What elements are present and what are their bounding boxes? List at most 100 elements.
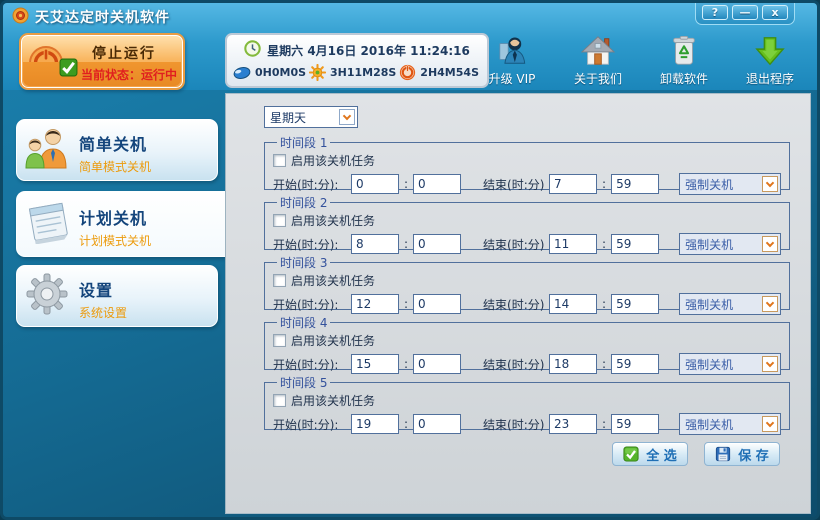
trash-icon [673, 35, 695, 65]
end-minute-input[interactable] [611, 294, 660, 314]
shutdown-action-select[interactable]: 强制关机 [679, 233, 782, 255]
shutdown-action-select[interactable]: 强制关机 [679, 173, 782, 195]
sidebar-item-subtitle: 计划模式关机 [79, 234, 152, 248]
chevron-down-icon[interactable] [762, 236, 779, 252]
end-minute-input[interactable] [611, 174, 660, 194]
enable-task-checkbox[interactable] [273, 394, 286, 407]
floppy-disk-icon [716, 446, 731, 462]
sidebar: 简单关机 简单模式关机 计划关机 计划模式关机 设置 系统设置 [3, 90, 225, 517]
gear-icon [25, 272, 69, 320]
enable-task-checkbox[interactable] [273, 214, 286, 227]
toolbar: 升级 VIP 关于我们 卸载软件 退出程序 [477, 35, 805, 87]
enable-task-checkbox[interactable] [273, 154, 286, 167]
chevron-down-icon[interactable] [762, 176, 779, 192]
enable-task-label: 启用该关机任务 [291, 394, 376, 408]
stop-running-button[interactable]: 停止运行 当前状态：运行中 [19, 33, 185, 90]
house-icon [581, 36, 615, 65]
start-minute-input[interactable] [413, 234, 462, 254]
period-3-group: 时间段 3 启用该关机任务 开始(时:分): : 结束(时:分) : 强制关机 [264, 254, 791, 315]
end-hour-input[interactable] [549, 414, 598, 434]
end-minute-input[interactable] [611, 354, 660, 374]
start-minute-input[interactable] [413, 414, 462, 434]
enable-task-label: 启用该关机任务 [291, 154, 376, 168]
start-minute-input[interactable] [413, 354, 462, 374]
start-minute-input[interactable] [413, 294, 462, 314]
start-minute-input[interactable] [413, 174, 462, 194]
window-controls: ? — x [695, 3, 795, 25]
timer-idle: 0H0M0S [233, 66, 306, 80]
period-4-group: 时间段 4 启用该关机任务 开始(时:分): : 结束(时:分) : 强制关机 [264, 314, 791, 375]
green-checkbox-icon [623, 446, 639, 462]
about-us-button[interactable]: 关于我们 [563, 35, 633, 87]
sidebar-item-planned-shutdown[interactable]: 计划关机 计划模式关机 [16, 191, 225, 257]
period-legend: 时间段 3 [280, 256, 328, 270]
end-hour-input[interactable] [549, 354, 598, 374]
period-5-group: 时间段 5 启用该关机任务 开始(时:分): : 结束(时:分) : 强制关机 [264, 374, 791, 435]
close-button[interactable]: x [762, 5, 788, 20]
sidebar-item-subtitle: 系统设置 [79, 306, 128, 320]
period-legend: 时间段 5 [280, 376, 328, 390]
start-hour-input[interactable] [351, 234, 399, 254]
app-logo-icon [12, 7, 29, 28]
chevron-down-icon[interactable] [339, 109, 355, 125]
chevron-down-icon[interactable] [762, 356, 779, 372]
end-time-label: 结束(时:分) [483, 177, 545, 192]
help-button[interactable]: ? [702, 5, 728, 20]
start-hour-input[interactable] [351, 294, 399, 314]
mouse-icon [233, 66, 251, 79]
vip-person-icon [499, 37, 526, 64]
titlebar: 天艾达定时关机软件 ? — x [3, 3, 817, 27]
start-time-label: 开始(时:分): [273, 297, 339, 312]
minimize-button[interactable]: — [732, 5, 758, 20]
end-minute-input[interactable] [611, 414, 660, 434]
end-hour-input[interactable] [549, 234, 598, 254]
app-title: 天艾达定时关机软件 [35, 10, 170, 26]
end-time-label: 结束(时:分) [483, 297, 545, 312]
period-legend: 时间段 1 [280, 136, 328, 150]
timer-uptime: 3H11M28S [309, 64, 396, 81]
end-time-label: 结束(时:分) [483, 357, 545, 372]
start-time-label: 开始(时:分): [273, 357, 339, 372]
sidebar-item-subtitle: 简单模式关机 [79, 160, 152, 174]
run-status-text: 当前状态：运行中 [81, 68, 178, 82]
start-hour-input[interactable] [351, 174, 399, 194]
start-time-label: 开始(时:分): [273, 177, 339, 192]
app-window: 天艾达定时关机软件 ? — x 停止运行 当前状态：运行中 星期六 4月16日 … [0, 0, 820, 520]
end-hour-input[interactable] [549, 174, 598, 194]
chevron-down-icon[interactable] [762, 416, 779, 432]
exit-program-button[interactable]: 退出程序 [735, 35, 805, 87]
enable-task-checkbox[interactable] [273, 274, 286, 287]
status-strip: 当前状态：运行中 [23, 58, 181, 86]
stop-button-label: 停止运行 [92, 46, 156, 62]
start-time-label: 开始(时:分): [273, 417, 339, 432]
end-minute-input[interactable] [611, 234, 660, 254]
sidebar-item-title: 计划关机 [79, 209, 148, 228]
end-time-label: 结束(时:分) [483, 237, 545, 252]
start-hour-input[interactable] [351, 414, 399, 434]
shutdown-action-select[interactable]: 强制关机 [679, 413, 782, 435]
sidebar-item-simple-shutdown[interactable]: 简单关机 简单模式关机 [16, 119, 218, 181]
start-hour-input[interactable] [351, 354, 399, 374]
check-icon [59, 58, 78, 81]
sidebar-item-title: 简单关机 [79, 135, 148, 154]
weekday-select[interactable]: 星期天 [264, 106, 358, 128]
shutdown-action-select[interactable]: 强制关机 [679, 293, 782, 315]
period-legend: 时间段 4 [280, 316, 328, 330]
enable-task-checkbox[interactable] [273, 334, 286, 347]
chevron-down-icon[interactable] [762, 296, 779, 312]
end-hour-input[interactable] [549, 294, 598, 314]
shutdown-action-select[interactable]: 强制关机 [679, 353, 782, 375]
sidebar-item-settings[interactable]: 设置 系统设置 [16, 265, 218, 327]
power-icon [400, 64, 416, 81]
save-button[interactable]: 保 存 [704, 442, 780, 466]
timer-countdown: 2H4M54S [399, 64, 479, 81]
action-button-row: 全 选 保 存 [264, 442, 780, 466]
enable-task-label: 启用该关机任务 [291, 334, 376, 348]
planned-shutdown-panel: 星期天 时间段 1 启用该关机任务 开始(时:分): : 结束(时:分) : 强… [225, 93, 811, 514]
period-2-group: 时间段 2 启用该关机任务 开始(时:分): : 结束(时:分) : 强制关机 [264, 194, 791, 255]
select-all-button[interactable]: 全 选 [612, 442, 688, 466]
start-time-label: 开始(时:分): [273, 237, 339, 252]
uninstall-button[interactable]: 卸载软件 [649, 35, 719, 87]
current-datetime: 星期六 4月16日 2016年 11:24:16 [267, 43, 470, 58]
upgrade-vip-button[interactable]: 升级 VIP [477, 35, 547, 87]
